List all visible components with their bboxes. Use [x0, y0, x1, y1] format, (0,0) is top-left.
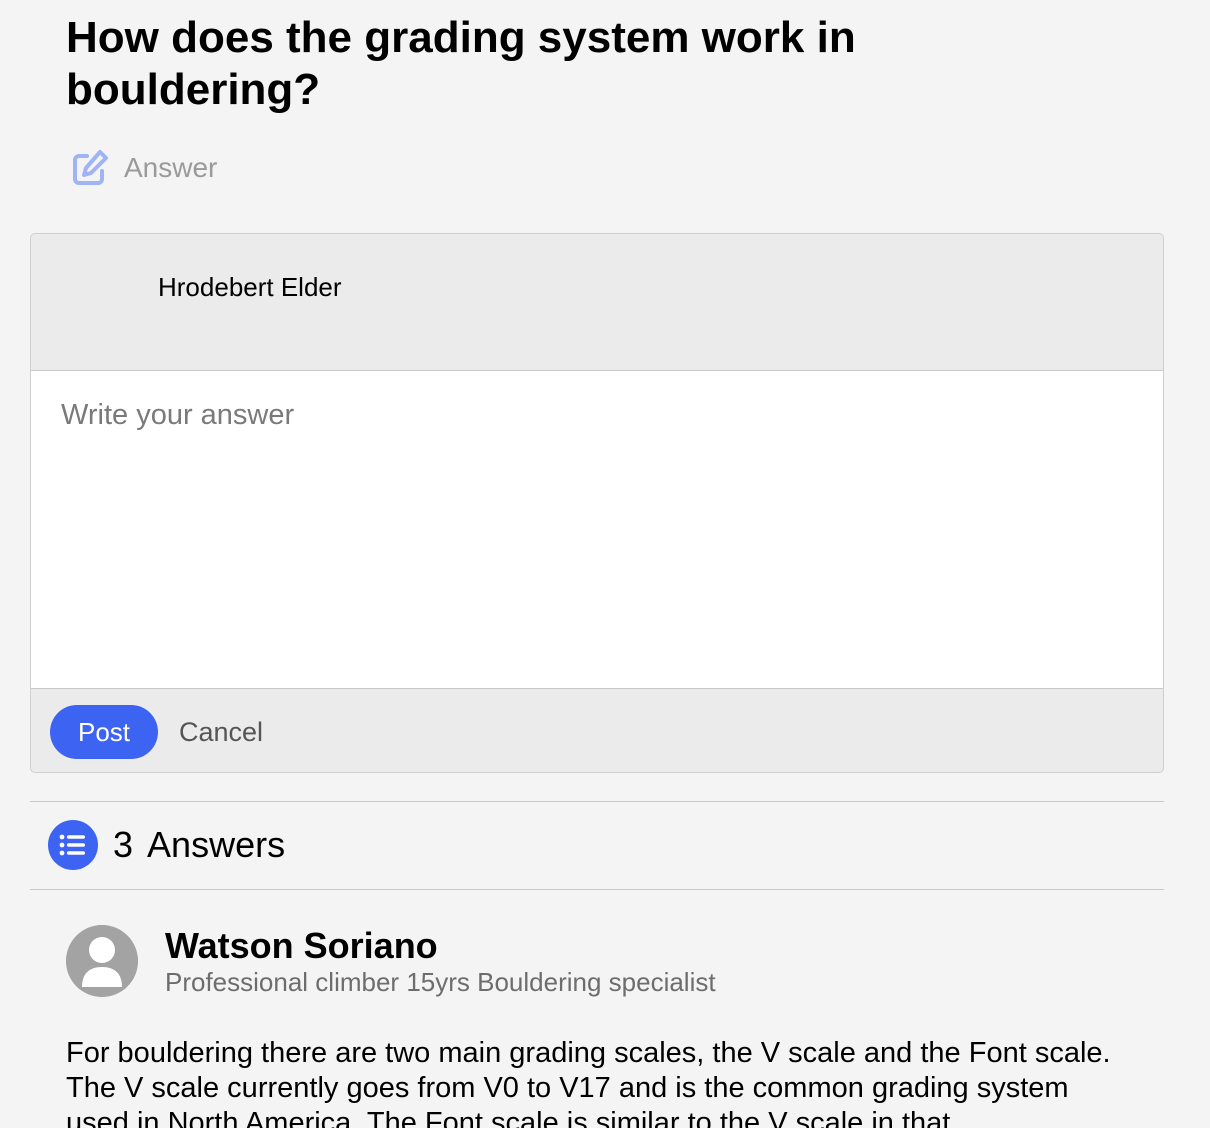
answer-author: Watson Soriano Professional climber 15yr…: [66, 925, 716, 997]
answer-composer: Hrodebert Elder Post Cancel: [30, 233, 1164, 773]
answer-button[interactable]: Answer: [70, 148, 217, 188]
answers-label: Answers: [147, 824, 286, 865]
author-name[interactable]: Watson Soriano: [165, 925, 716, 967]
answers-count: 3: [113, 824, 134, 865]
author-meta: Watson Soriano Professional climber 15yr…: [165, 925, 716, 997]
divider: [30, 801, 1164, 802]
question-page: How does the grading system work in boul…: [0, 0, 1210, 1128]
composer-user-name: Hrodebert Elder: [158, 272, 342, 302]
post-button[interactable]: Post: [50, 705, 158, 759]
answer-button-label: Answer: [124, 152, 218, 183]
author-bio: Professional climber 15yrs Bouldering sp…: [165, 967, 716, 997]
composer-header: Hrodebert Elder: [31, 234, 1163, 371]
user-avatar-icon[interactable]: [66, 925, 138, 997]
answer-text-input[interactable]: [31, 371, 1163, 688]
composer-footer: Post Cancel: [31, 689, 1163, 772]
composer-body: [31, 371, 1163, 689]
edit-icon: [70, 148, 110, 188]
list-icon: [48, 820, 98, 870]
divider: [30, 889, 1164, 890]
answers-header: 3 Answers: [48, 820, 285, 870]
question-title: How does the grading system work in boul…: [66, 13, 856, 114]
answer-text: For bouldering there are two main gradin…: [66, 1037, 1111, 1128]
cancel-button[interactable]: Cancel: [179, 705, 263, 759]
